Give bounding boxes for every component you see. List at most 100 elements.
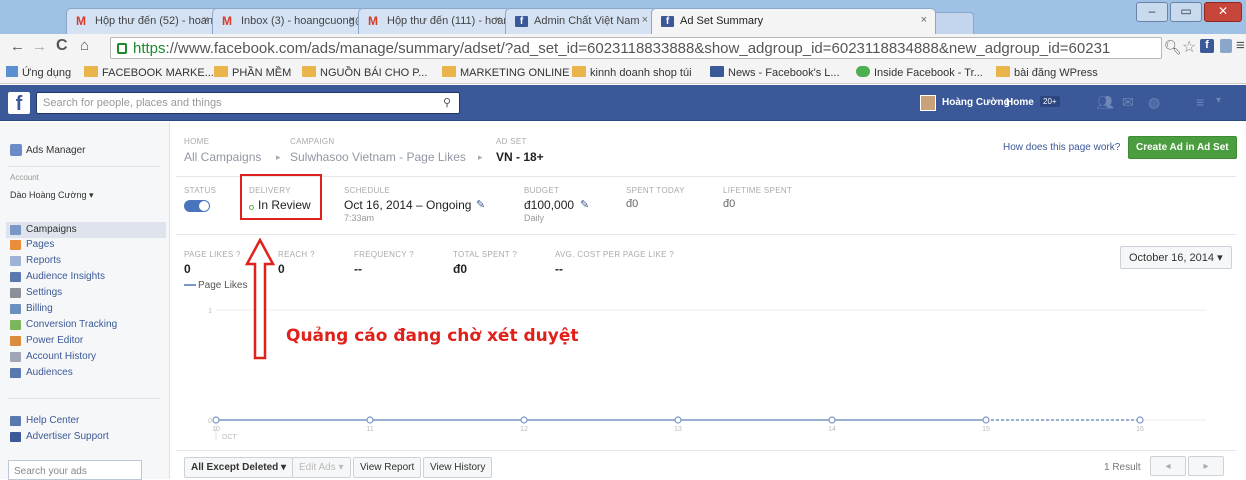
create-ad-button[interactable]: Create Ad in Ad Set — [1128, 136, 1237, 159]
delivery-label: DELIVERY — [249, 186, 291, 195]
account-selector[interactable]: Dào Hoàng Cường ▾ — [10, 190, 94, 201]
page-likes-chart: 1 0 OCT 10 11 12 13 14 15 16 — [208, 308, 1206, 441]
data-point[interactable] — [212, 416, 220, 424]
sidebar-item-audience-insights[interactable]: Audience Insights — [10, 271, 105, 282]
close-icon[interactable]: × — [642, 14, 648, 26]
view-report-button[interactable]: View Report — [353, 457, 422, 478]
url-bar[interactable]: https://www.facebook.com/ads/manage/summ… — [110, 37, 1162, 59]
sidebar-item-conversion-tracking[interactable]: Conversion Tracking — [10, 319, 117, 330]
bookmark-item[interactable]: kinnh doanh shop túi — [572, 66, 692, 79]
sidebar-item-pages[interactable]: Pages — [10, 239, 54, 250]
bookmark-item[interactable]: NGUỒN BÁI CHO P... — [302, 66, 427, 79]
bookmark-label: PHẦN MỀM — [232, 67, 292, 79]
sidebar-item-power-editor[interactable]: Power Editor — [10, 335, 84, 346]
extension-icon[interactable] — [1220, 39, 1232, 53]
next-page-button[interactable]: ▸ — [1188, 456, 1224, 476]
friend-requests-icon[interactable]: 👥︎ — [1096, 94, 1114, 111]
forward-icon[interactable]: → — [32, 38, 47, 55]
new-tab-button[interactable] — [930, 12, 974, 34]
sidebar-item-campaigns[interactable]: Campaigns — [10, 224, 77, 235]
facebook-icon: f — [515, 16, 528, 27]
reload-icon[interactable]: C — [56, 37, 68, 55]
notifications-icon[interactable]: ◍ — [1148, 94, 1160, 111]
home-icon[interactable]: ⌂ — [80, 37, 89, 54]
privacy-icon[interactable]: ≡ — [1196, 94, 1204, 110]
close-icon[interactable]: × — [203, 14, 209, 26]
data-point[interactable] — [828, 416, 836, 424]
apps-icon — [6, 66, 18, 77]
browser-tab[interactable]: f Admin Chất Việt Nam × — [505, 8, 657, 34]
breadcrumb-all-campaigns[interactable]: All Campaigns — [184, 150, 261, 164]
search-icon[interactable]: 🔍︎ — [1164, 39, 1182, 56]
sidebar-item-reports[interactable]: Reports — [10, 255, 61, 266]
sidebar-item-audiences[interactable]: Audiences — [10, 367, 73, 378]
data-point[interactable] — [982, 416, 990, 424]
browser-tab-active[interactable]: f Ad Set Summary × — [651, 8, 936, 34]
close-icon[interactable]: × — [495, 14, 501, 26]
reports-icon — [10, 256, 21, 266]
bookmarks-bar: Ứng dụng FACEBOOK MARKE... PHẦN MỀM NGUỒ… — [0, 62, 1246, 84]
spent-today-value: đ0 — [626, 198, 639, 210]
browser-tab[interactable]: M Hộp thư đến (111) - hoan × — [358, 8, 510, 34]
window-close-button[interactable]: ✕ — [1204, 2, 1242, 22]
facebook-logo-icon[interactable]: f — [8, 92, 30, 115]
data-point[interactable] — [1136, 416, 1144, 424]
folder-icon — [572, 66, 586, 77]
extension-fb-icon[interactable]: f — [1200, 39, 1214, 53]
account-name: Dào Hoàng Cường — [10, 190, 87, 200]
filter-dropdown[interactable]: All Except Deleted ▾ — [184, 457, 294, 478]
back-icon[interactable]: ← — [10, 38, 25, 55]
search-ads-input[interactable]: Search your ads — [8, 460, 142, 480]
settings-dropdown-icon[interactable]: ▾ — [1216, 95, 1221, 106]
data-point[interactable] — [674, 416, 682, 424]
close-icon[interactable]: × — [349, 14, 355, 26]
prev-page-button[interactable]: ◂ — [1150, 456, 1186, 476]
sidebar-item-account-history[interactable]: Account History — [10, 351, 96, 362]
how-page-works-link[interactable]: How does this page work? — [1003, 142, 1120, 153]
breadcrumb-campaign[interactable]: Sulwhasoo Vietnam - Page Likes — [290, 150, 466, 164]
menu-icon[interactable]: ≡ — [1236, 37, 1245, 54]
sidebar-item-settings[interactable]: Settings — [10, 287, 62, 298]
search-icon[interactable]: ⚲ — [443, 96, 451, 109]
close-icon[interactable]: × — [921, 14, 927, 26]
ads-manager-title[interactable]: Ads Manager — [26, 145, 85, 156]
bookmark-item[interactable]: bài đăng WPress — [996, 66, 1098, 79]
home-link[interactable]: Home — [1006, 97, 1034, 108]
sidebar-item-label: Power Editor — [26, 335, 84, 346]
avatar[interactable] — [920, 95, 936, 111]
bookmark-item[interactable]: Inside Facebook - Tr... — [856, 66, 983, 79]
facebook-search-input[interactable]: Search for people, places and things ⚲ — [36, 92, 460, 114]
date-selector[interactable]: October 16, 2014 ▾ — [1120, 246, 1232, 269]
bookmark-item[interactable]: MARKETING ONLINE — [442, 66, 569, 79]
bookmark-item[interactable]: FACEBOOK MARKE... — [84, 66, 214, 79]
help-icon — [10, 416, 21, 426]
browser-tab[interactable]: M Hộp thư đến (52) - hoang × — [66, 8, 218, 34]
view-history-button[interactable]: View History — [423, 457, 493, 478]
user-name-link[interactable]: Hoàng Cường — [942, 97, 1010, 108]
edit-schedule-icon[interactable]: ✎ — [476, 198, 485, 211]
edit-budget-icon[interactable]: ✎ — [580, 198, 589, 211]
bookmark-item[interactable]: PHẦN MỀM — [214, 66, 291, 79]
sidebar-item-billing[interactable]: Billing — [10, 303, 53, 314]
minimize-button[interactable]: – — [1136, 2, 1168, 22]
status-toggle[interactable] — [184, 200, 210, 212]
star-icon[interactable]: ☆ — [1182, 37, 1196, 57]
delivery-highlight-box — [240, 174, 322, 220]
maximize-button[interactable]: ▭ — [1170, 2, 1202, 22]
data-point[interactable] — [366, 416, 374, 424]
help-center-link[interactable]: Help Center — [10, 415, 79, 426]
browser-tab[interactable]: M Inbox (3) - hoangcuong@ × — [212, 8, 364, 34]
date-selector-value: October 16, 2014 — [1129, 252, 1215, 264]
chart-marks: 10 11 12 13 14 15 16 — [212, 416, 1144, 433]
data-point[interactable] — [520, 416, 528, 424]
x-tick-label: 11 — [366, 426, 373, 433]
results-count: 1 Result — [1104, 462, 1141, 473]
edit-ads-button[interactable]: Edit Ads ▾ — [292, 457, 351, 478]
bookmark-item[interactable]: Ứng dụng — [6, 66, 71, 79]
divider — [8, 166, 160, 167]
advertiser-support-link[interactable]: Advertiser Support — [10, 431, 109, 442]
bookmark-item[interactable]: News - Facebook's L... — [710, 66, 840, 79]
messages-icon[interactable]: ✉ — [1122, 94, 1134, 111]
page-likes-value: 0 — [184, 262, 191, 276]
x-tick-label: 16 — [1136, 426, 1144, 433]
